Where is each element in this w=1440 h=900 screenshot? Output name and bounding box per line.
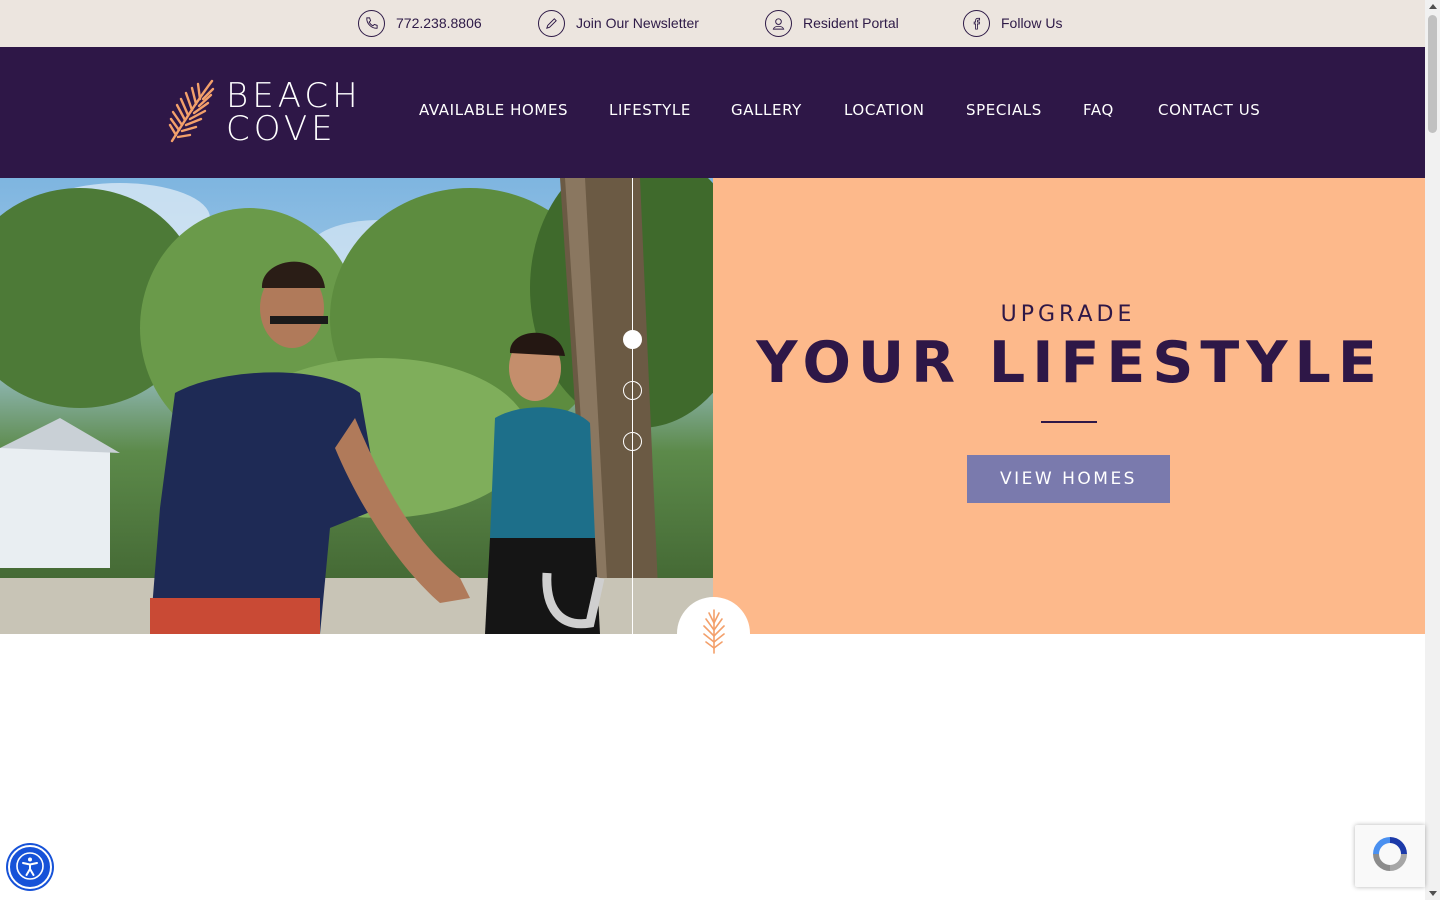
resident-portal-label: Resident Portal xyxy=(803,15,899,31)
newsletter-label: Join Our Newsletter xyxy=(576,15,699,31)
facebook-icon xyxy=(963,9,990,37)
newsletter-link[interactable]: Join Our Newsletter xyxy=(538,8,699,38)
scroll-down-icon[interactable] xyxy=(1429,891,1437,896)
nav-gallery[interactable]: GALLERY xyxy=(731,101,802,119)
scroll-thumb[interactable] xyxy=(1428,15,1437,133)
hero-divider xyxy=(1041,421,1097,423)
hero-panel xyxy=(713,178,1425,634)
phone-icon xyxy=(358,9,385,37)
nav-specials[interactable]: SPECIALS xyxy=(966,101,1042,119)
palm-badge xyxy=(677,597,750,670)
palm-leaf-icon xyxy=(700,608,728,659)
nav-faq[interactable]: FAQ xyxy=(1083,101,1114,119)
phone-link[interactable]: 772.238.8806 xyxy=(358,8,482,38)
user-icon xyxy=(765,9,792,37)
main-nav: AVAILABLE HOMES LIFESTYLE GALLERY LOCATI… xyxy=(0,47,1425,178)
follow-us-label: Follow Us xyxy=(1001,15,1063,31)
hero-slider: UPGRADE YOUR LIFESTYLE VIEW HOMES xyxy=(0,178,1425,634)
recaptcha-icon xyxy=(1369,833,1411,880)
recaptcha-badge[interactable] xyxy=(1355,825,1425,887)
slide-dot-1[interactable] xyxy=(623,330,642,349)
slide-dot-3[interactable] xyxy=(623,432,642,451)
scroll-up-icon[interactable] xyxy=(1429,4,1437,9)
slider-track-line xyxy=(632,178,633,634)
nav-lifestyle[interactable]: LIFESTYLE xyxy=(609,101,691,119)
hero-photo xyxy=(0,178,713,634)
phone-number: 772.238.8806 xyxy=(396,15,482,31)
follow-us-link[interactable]: Follow Us xyxy=(963,8,1062,38)
nav-location[interactable]: LOCATION xyxy=(844,101,925,119)
accessibility-button[interactable] xyxy=(8,845,52,889)
utility-bar: 772.238.8806 Join Our Newsletter Residen… xyxy=(0,0,1425,47)
nav-available-homes[interactable]: AVAILABLE HOMES xyxy=(419,101,568,119)
main-header: BEACH COVE AVAILABLE HOMES LIFESTYLE GAL… xyxy=(0,47,1425,178)
view-homes-button[interactable]: VIEW HOMES xyxy=(967,455,1170,503)
hero-eyebrow: UPGRADE xyxy=(1000,302,1136,327)
page-scrollbar[interactable] xyxy=(1425,0,1440,900)
slide-dot-2[interactable] xyxy=(623,381,642,400)
resident-portal-link[interactable]: Resident Portal xyxy=(765,8,899,38)
pen-icon xyxy=(538,9,565,37)
nav-contact-us[interactable]: CONTACT US xyxy=(1158,101,1260,119)
accessibility-icon xyxy=(15,851,45,884)
hero-title: YOUR LIFESTYLE xyxy=(756,330,1384,396)
